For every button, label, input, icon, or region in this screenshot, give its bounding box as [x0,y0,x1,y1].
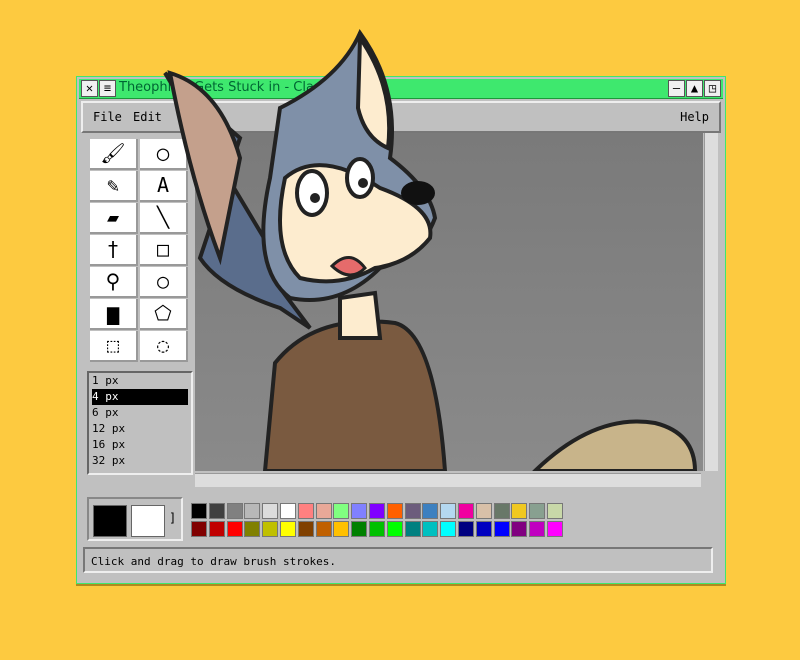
minimize-icon[interactable]: – [668,80,685,97]
palette-swatch[interactable] [226,503,243,519]
rect-select-icon: ⬚ [106,333,120,357]
menu-file[interactable]: File [93,110,122,124]
tool-brush[interactable]: 🖌 [90,139,138,170]
current-colors: ] [87,497,183,541]
palette-swatch[interactable] [547,503,563,519]
palette-swatch[interactable] [386,503,403,519]
palette-swatch[interactable] [440,503,457,519]
close-icon[interactable]: ✕ [81,80,98,97]
brush-icon: 🖌 [100,141,126,165]
restore-icon[interactable]: ◳ [704,80,721,97]
menu-help[interactable]: Help [680,110,709,124]
eyedropper-icon: † [106,237,120,261]
tool-rect-select[interactable]: ⬚ [90,331,138,362]
tool-fill-bucket[interactable]: ▆ [90,299,138,330]
palette-swatch[interactable] [529,521,546,537]
palette-swatch[interactable] [458,503,474,519]
palette-swatch[interactable] [475,521,492,537]
palette-swatch[interactable] [244,503,261,519]
palette-swatch[interactable] [511,521,528,537]
palette-swatch[interactable] [547,521,563,537]
menu-edit[interactable]: Edit [133,110,162,124]
palette-swatch[interactable] [280,521,296,537]
maximize-icon[interactable]: ▲ [686,80,703,97]
palette-swatch[interactable] [422,503,439,519]
palette-swatch[interactable] [226,521,243,537]
tool-pencil[interactable]: ✎ [90,171,138,202]
palette-swatch[interactable] [191,503,207,519]
palette-swatch[interactable] [458,521,474,537]
palette-swatch[interactable] [208,521,225,537]
palette-swatch[interactable] [244,521,261,537]
palette-swatch[interactable] [529,503,546,519]
palette-swatch[interactable] [262,521,279,537]
palette-swatch[interactable] [333,521,350,537]
palette-swatch[interactable] [297,503,314,519]
tool-eraser[interactable]: ▰ [90,203,138,234]
fill-bucket-icon: ▆ [106,301,120,325]
palette-swatch[interactable] [493,503,510,519]
character-overlay [163,29,438,340]
background-color[interactable] [131,505,165,537]
pencil-icon: ✎ [106,173,120,197]
tool-eyedropper[interactable]: † [90,235,138,266]
palette-swatch[interactable] [297,521,314,537]
horizontal-scrollbar[interactable] [195,473,701,487]
palette-swatch[interactable] [475,503,492,519]
palette-swatch[interactable] [262,503,279,519]
palette-swatch[interactable] [280,503,296,519]
palette-swatch[interactable] [351,521,368,537]
palette-swatch[interactable] [511,503,528,519]
palette-swatch[interactable] [369,521,385,537]
palette-swatch[interactable] [351,503,368,519]
palette-swatch[interactable] [404,503,421,519]
palette-swatch[interactable] [440,521,457,537]
status-bar: Click and drag to draw brush strokes. [83,547,713,573]
eraser-icon: ▰ [106,205,120,229]
palette-swatch[interactable] [422,521,439,537]
palette-swatch[interactable] [369,503,385,519]
palette-swatch[interactable] [315,521,332,537]
palette-swatch[interactable] [404,521,421,537]
menu-icon[interactable]: ≡ [99,80,116,97]
foreground-color[interactable] [93,505,127,537]
vertical-scrollbar[interactable] [704,133,718,471]
tool-airbrush[interactable]: ⚲ [90,267,138,298]
palette-swatch[interactable] [208,503,225,519]
palette-swatch[interactable] [493,521,510,537]
palette-swatch[interactable] [333,503,350,519]
airbrush-icon: ⚲ [105,269,121,293]
palette-swatch[interactable] [191,521,207,537]
palette-swatch[interactable] [386,521,403,537]
color-bracket: ] [169,511,177,525]
palette-swatch[interactable] [315,503,332,519]
